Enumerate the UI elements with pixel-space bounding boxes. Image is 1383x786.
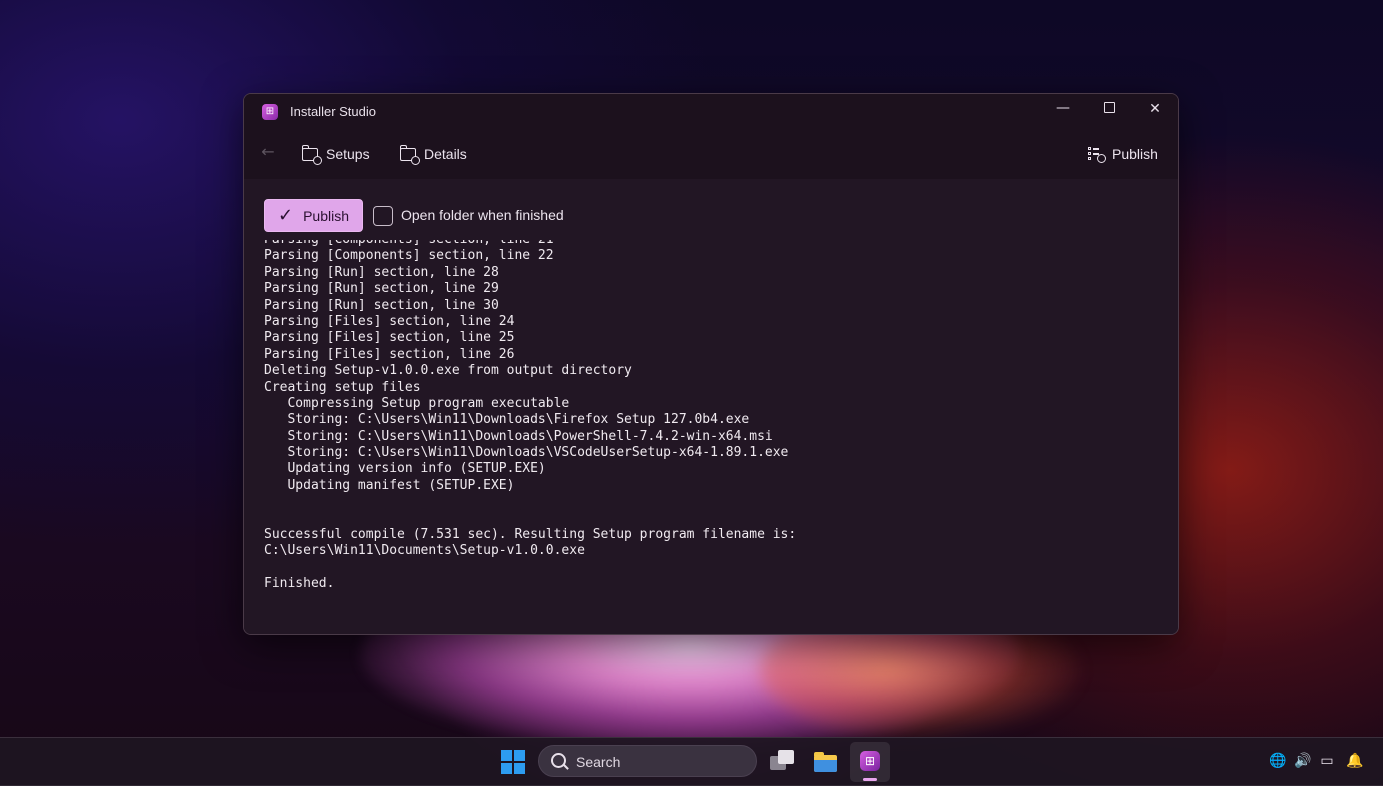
log-line: Updating version info (SETUP.EXE) [264, 461, 546, 477]
log-line: Creating setup files [264, 379, 421, 395]
maximize-icon [1103, 102, 1115, 113]
volume-icon[interactable]: 🔊 [1294, 752, 1312, 770]
tab-publish-label: Publish [1112, 146, 1158, 162]
log-line: Parsing [Components] section, line 22 [264, 248, 554, 264]
search-icon [551, 753, 566, 768]
navigation-bar: ← Setups Details Publish [244, 130, 1178, 207]
log-line: Parsing [Components] section, line 21 [264, 240, 796, 248]
log-line: Compressing Setup program executable [264, 395, 570, 411]
task-view-button[interactable] [770, 750, 796, 774]
back-button[interactable]: ← [256, 140, 280, 164]
tab-details-label: Details [424, 146, 467, 162]
start-button[interactable] [501, 750, 525, 774]
network-icon[interactable]: 🌐 [1269, 752, 1287, 770]
compile-log-output[interactable]: Parsing [Components] section, line 21Par… [264, 240, 1164, 610]
log-line: Updating manifest (SETUP.EXE) [264, 477, 515, 493]
windows-logo-icon [501, 750, 512, 761]
notification-bell-icon[interactable]: 🔔 [1346, 752, 1364, 770]
log-line: Finished. [264, 576, 335, 592]
tab-setups-label: Setups [326, 146, 370, 162]
close-button[interactable]: ✕ [1132, 94, 1178, 124]
log-line: Storing: C:\Users\Win11\Downloads\VSCode… [264, 445, 789, 461]
folder-add-icon [399, 144, 420, 165]
taskbar-search-box[interactable]: Search [538, 745, 757, 777]
log-line: Storing: C:\Users\Win11\Downloads\Firefo… [264, 412, 750, 428]
log-line: Successful compile (7.531 sec). Resultin… [264, 527, 797, 543]
tab-setups[interactable]: Setups [301, 140, 370, 168]
publish-list-icon [1088, 146, 1106, 163]
publish-button[interactable]: ✓ Publish [264, 199, 363, 232]
title-bar[interactable]: ⊞ Installer Studio — ✕ [244, 94, 1178, 130]
maximize-button[interactable] [1086, 94, 1132, 124]
app-icon: ⊞ [262, 104, 278, 120]
installer-studio-icon: ⊞ [860, 751, 880, 771]
installer-studio-window: ⊞ Installer Studio — ✕ ← Setups Details … [243, 93, 1179, 635]
minimize-button[interactable]: — [1040, 94, 1086, 123]
search-label: Search [576, 754, 621, 770]
log-line: Parsing [Files] section, line 25 [264, 330, 515, 346]
log-line: Parsing [Run] section, line 29 [264, 281, 499, 297]
folder-settings-icon [301, 144, 322, 165]
publish-page: ✓ Publish Open folder when finished Pars… [244, 179, 1178, 634]
taskbar: Search ⊞ 🌐 🔊 ▭ 🔔 [0, 737, 1383, 786]
log-line: Parsing [Run] section, line 28 [264, 264, 499, 280]
open-folder-checkbox[interactable] [373, 206, 393, 226]
log-line: Parsing [Run] section, line 30 [264, 297, 499, 313]
publish-button-label: Publish [303, 207, 349, 224]
running-indicator [863, 778, 877, 781]
log-line: C:\Users\Win11\Documents\Setup-v1.0.0.ex… [264, 543, 585, 559]
file-explorer-button[interactable] [813, 750, 839, 774]
window-title: Installer Studio [290, 104, 376, 119]
battery-icon[interactable]: ▭ [1318, 752, 1336, 770]
log-line: Parsing [Files] section, line 24 [264, 313, 515, 329]
log-line: Parsing [Files] section, line 26 [264, 346, 515, 362]
tab-details[interactable]: Details [399, 140, 467, 168]
checkmark-icon: ✓ [277, 204, 294, 226]
log-line: Deleting Setup-v1.0.0.exe from output di… [264, 363, 632, 379]
log-line: Storing: C:\Users\Win11\Downloads\PowerS… [264, 428, 773, 444]
installer-studio-taskbar-button[interactable]: ⊞ [850, 742, 890, 782]
tab-publish[interactable]: Publish [1088, 140, 1158, 168]
open-folder-label[interactable]: Open folder when finished [401, 207, 564, 223]
